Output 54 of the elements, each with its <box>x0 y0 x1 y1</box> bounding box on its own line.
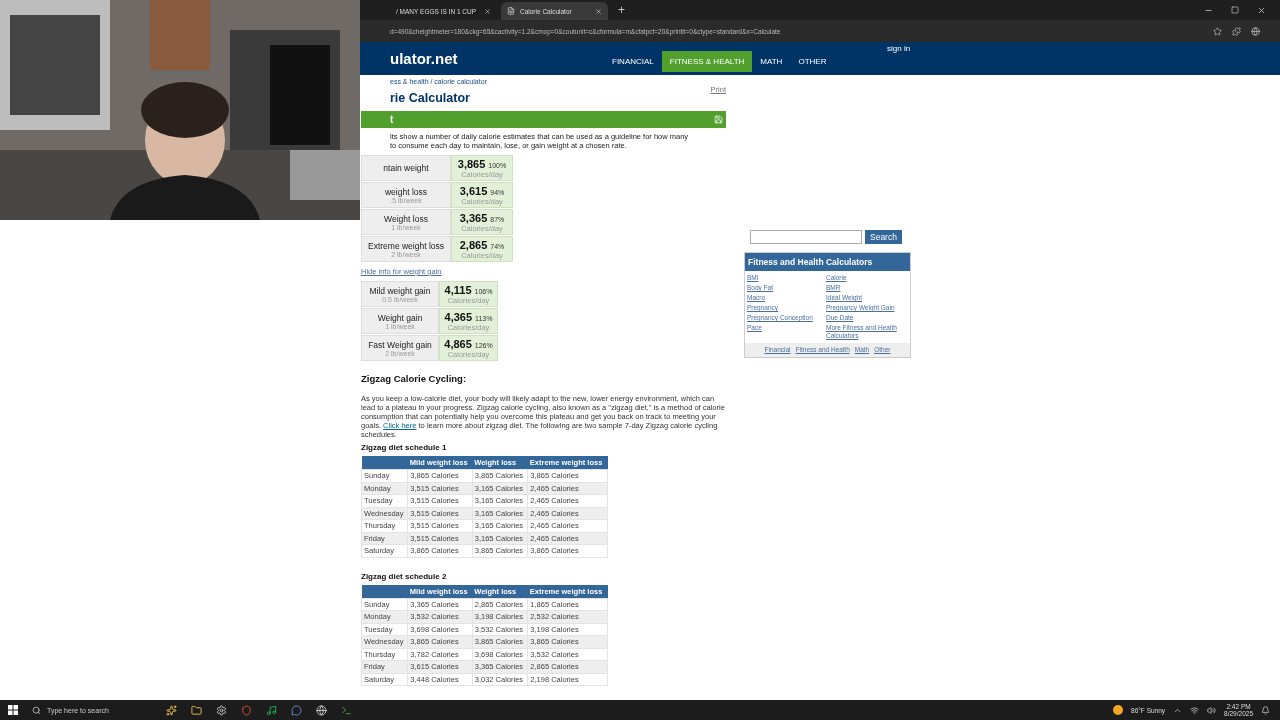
close-icon[interactable] <box>595 7 602 15</box>
close-icon[interactable] <box>1257 5 1266 15</box>
result-label: Weight gain <box>377 312 423 323</box>
site-logo[interactable]: ulator.net <box>390 50 570 67</box>
page-icon <box>507 7 515 15</box>
puzzle-icon[interactable] <box>1232 26 1241 36</box>
result-label: Weight loss <box>384 213 428 224</box>
search-icon <box>32 705 41 715</box>
calorie-value: 4,865 <box>444 337 472 350</box>
calorie-value: 3,365 <box>459 211 488 224</box>
result-label: Fast Weight gain <box>368 339 432 350</box>
page-title: rie Calculator <box>390 90 470 105</box>
nav-tab[interactable]: MATH <box>752 51 791 72</box>
sparkle-icon[interactable] <box>166 704 177 716</box>
result-label: Extreme weight loss <box>367 240 445 251</box>
header-cell <box>361 584 408 598</box>
nav-tab[interactable]: FINANCIAL <box>604 51 662 72</box>
save-icon[interactable] <box>714 115 723 124</box>
sun-icon[interactable] <box>1113 705 1124 715</box>
notification-icon[interactable] <box>1261 705 1270 715</box>
volume-icon[interactable] <box>1207 705 1217 715</box>
chat-icon[interactable] <box>291 704 302 716</box>
star-icon[interactable] <box>1213 26 1222 36</box>
calorie-value: 4,115 <box>444 283 472 296</box>
calorie-value: 3,865 <box>457 157 486 170</box>
section-heading: Zigzag Calorie Cycling: <box>361 373 468 384</box>
search-button[interactable]: Search <box>865 230 902 244</box>
terminal-icon[interactable] <box>341 704 352 716</box>
globe-icon[interactable] <box>1251 26 1260 36</box>
calorie-value: 4,365 <box>444 310 473 323</box>
result-label: ntain weight <box>383 163 429 173</box>
table-title: Zigzag diet schedule 1 <box>361 443 448 452</box>
search-field[interactable] <box>750 230 862 244</box>
wifi-icon[interactable] <box>1190 705 1200 715</box>
result-title: t <box>390 114 394 125</box>
shield-icon[interactable] <box>241 704 252 716</box>
panel-title: Fitness and Health Calculators <box>745 253 910 271</box>
new-tab-button[interactable]: + <box>618 3 625 17</box>
nav-tab[interactable]: FITNESS & HEALTH <box>661 51 753 72</box>
maximize-icon[interactable] <box>1231 5 1239 14</box>
music-icon[interactable] <box>266 704 277 716</box>
close-icon[interactable] <box>484 7 491 15</box>
sign-in-link[interactable]: sign in <box>887 44 911 53</box>
header-cell <box>361 456 408 470</box>
gear-icon[interactable] <box>216 704 227 716</box>
folder-icon[interactable] <box>191 704 202 716</box>
result-label: Mild weight gain <box>369 285 431 296</box>
table-title: Zigzag diet schedule 2 <box>361 571 448 581</box>
calorie-value: 3,615 <box>459 184 488 197</box>
calorie-value: 2,865 <box>459 238 488 251</box>
nav-tab[interactable]: OTHER <box>790 51 835 72</box>
globe-icon[interactable] <box>316 704 327 716</box>
windows-icon[interactable] <box>8 705 18 715</box>
result-label: weight loss <box>384 186 428 197</box>
